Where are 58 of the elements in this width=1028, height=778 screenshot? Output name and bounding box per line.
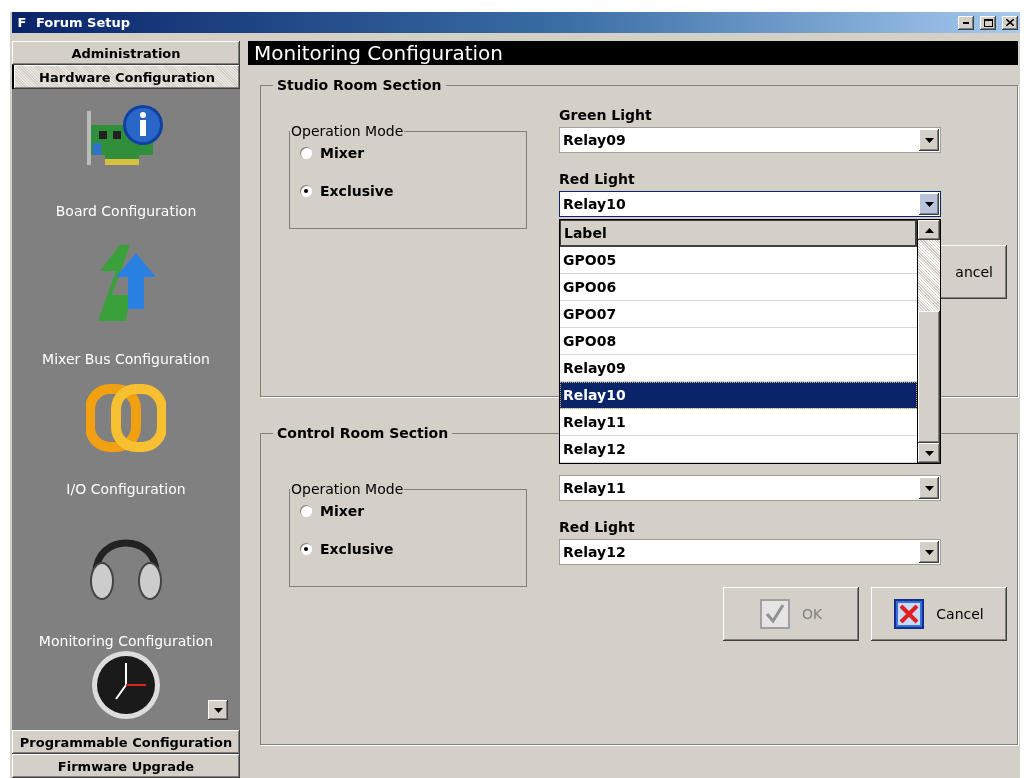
dropdown[interactable]: Relay12 <box>559 539 941 565</box>
sidebar-item[interactable]: I/O Configuration <box>66 481 186 497</box>
scroll-down-button[interactable] <box>918 443 940 463</box>
list-option[interactable]: Relay10 <box>560 382 917 409</box>
radio-button[interactable] <box>300 543 312 555</box>
caret-icon <box>924 549 934 555</box>
maximize-button[interactable] <box>980 15 996 30</box>
caret-icon <box>213 707 223 713</box>
group-title: Operation Mode <box>290 481 405 497</box>
sidebar-tab[interactable]: Programmable Configuration <box>12 730 240 754</box>
close-icon <box>894 599 925 629</box>
sidebar-item[interactable]: Monitoring Configuration <box>38 633 214 649</box>
clock-icon <box>90 649 162 721</box>
close-button[interactable] <box>1002 15 1018 30</box>
sidebar-tab[interactable]: Hardware Configuration <box>12 65 240 89</box>
group-title: Studio Room Section <box>276 77 443 93</box>
radio-label: Mixer <box>320 503 365 519</box>
radio-option[interactable]: Mixer <box>300 503 516 519</box>
scroll-down-button[interactable] <box>208 700 228 720</box>
sidebar-tab[interactable]: Firmware Upgrade <box>12 754 240 778</box>
caret-icon <box>924 201 934 207</box>
radio-label: Mixer <box>320 145 365 161</box>
dropdown[interactable]: Relay10 <box>559 191 941 217</box>
caret-icon <box>924 137 934 143</box>
radio-label: Exclusive <box>320 541 394 557</box>
radio-option[interactable]: Exclusive <box>300 541 516 557</box>
minimize-icon <box>963 21 969 24</box>
group-title: Control Room Section <box>276 425 450 441</box>
caret-icon <box>924 485 934 491</box>
sidebar-tab[interactable]: Administration <box>12 41 240 65</box>
dropdown[interactable]: Relay11 <box>559 475 941 501</box>
radio-button[interactable] <box>300 505 312 517</box>
field-label: Red Light <box>559 170 636 189</box>
maximize-icon <box>983 18 993 27</box>
scroll-up-button[interactable] <box>918 220 940 240</box>
caret-icon <box>924 450 934 456</box>
minimize-button[interactable] <box>958 15 974 30</box>
checkmark-icon <box>759 599 790 629</box>
dropdown[interactable]: Relay09 <box>559 127 941 153</box>
group-title: Operation Mode <box>290 123 405 139</box>
field-label: Red Light <box>559 518 636 537</box>
radio-button[interactable] <box>300 185 312 197</box>
radio-option[interactable]: Exclusive <box>300 183 516 199</box>
scrollbar-thumb[interactable] <box>918 311 940 443</box>
close-icon <box>1006 19 1014 26</box>
page-title: Monitoring Configuration <box>248 41 1018 65</box>
linked-rings-icon <box>86 383 166 453</box>
list-header: Label <box>560 220 917 247</box>
radio-option[interactable]: Mixer <box>300 145 516 161</box>
radio-button[interactable] <box>300 147 312 159</box>
scrollbar[interactable] <box>917 220 940 463</box>
radio-label: Exclusive <box>320 183 394 199</box>
window-title: Forum Setup <box>36 15 131 30</box>
sidebar-item[interactable]: Board Configuration <box>55 203 197 219</box>
field-label: Green Light <box>559 106 653 125</box>
cancel-button[interactable]: Cancel <box>871 587 1007 641</box>
sidebar-item[interactable]: Mixer Bus Configuration <box>42 351 210 367</box>
caret-icon <box>924 227 934 233</box>
